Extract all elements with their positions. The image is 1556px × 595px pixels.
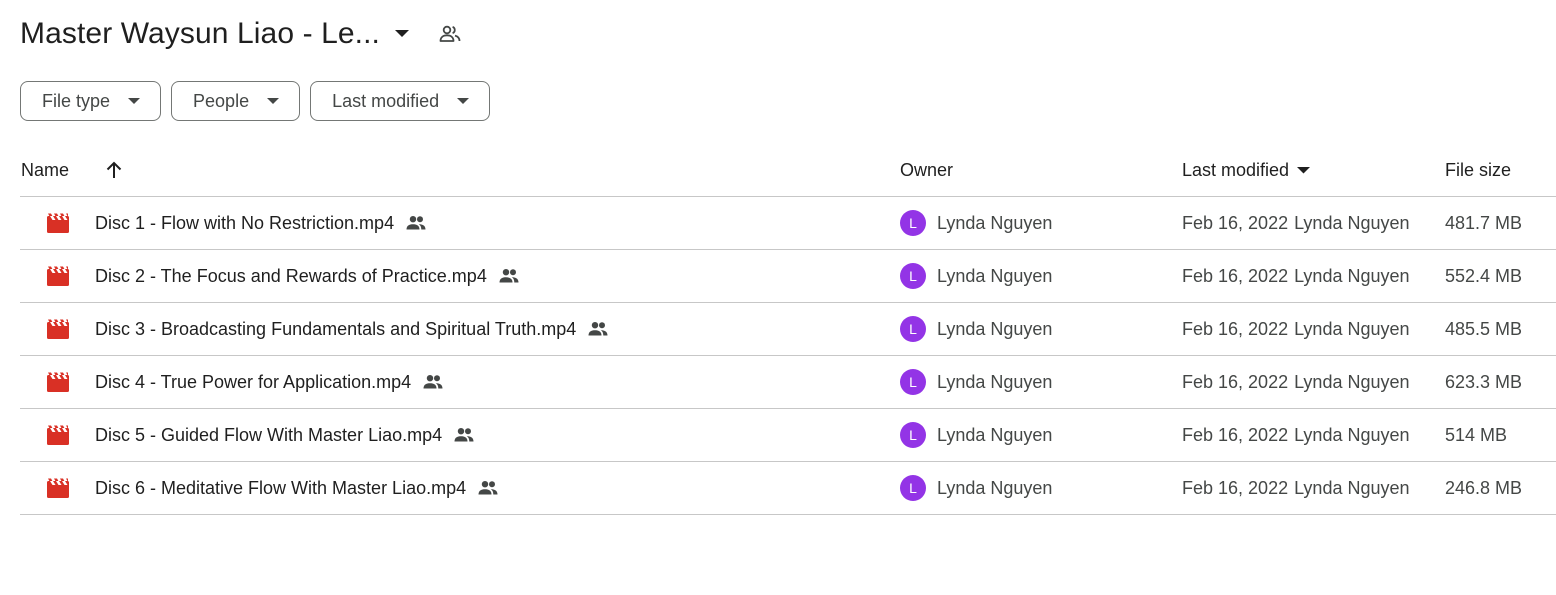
owner-cell: L Lynda Nguyen <box>900 210 1052 236</box>
filter-label: People <box>193 90 250 111</box>
table-row[interactable]: Disc 1 - Flow with No Restriction.mp4 L … <box>20 197 1556 250</box>
avatar[interactable]: L <box>900 475 926 501</box>
modified-by: Lynda Nguyen <box>1294 318 1410 339</box>
owner-name: Lynda Nguyen <box>937 318 1053 339</box>
owner-cell: L Lynda Nguyen <box>900 475 1052 501</box>
file-name-text: Disc 1 - Flow with No Restriction.mp4 <box>95 212 395 233</box>
table-row[interactable]: Disc 2 - The Focus and Rewards of Practi… <box>20 250 1556 303</box>
avatar[interactable]: L <box>900 369 926 395</box>
video-file-icon <box>46 264 70 288</box>
file-size: 246.8 MB <box>1445 477 1523 498</box>
last-modified-cell: Feb 16, 2022 Lynda Nguyen <box>1182 372 1410 393</box>
avatar[interactable]: L <box>900 422 926 448</box>
avatar[interactable]: L <box>900 316 926 342</box>
shared-people-icon[interactable] <box>438 22 462 46</box>
file-size: 623.3 MB <box>1445 371 1523 392</box>
file-size: 552.4 MB <box>1445 265 1523 286</box>
column-name: Name <box>21 160 124 181</box>
shared-icon <box>476 476 500 500</box>
file-name-text: Disc 2 - The Focus and Rewards of Practi… <box>95 265 487 286</box>
table-row[interactable]: Disc 4 - True Power for Application.mp4 … <box>20 356 1556 409</box>
column-last-modified-label: Last modified <box>1182 159 1290 180</box>
sort-arrow-up-icon[interactable] <box>104 160 124 180</box>
owner-name: Lynda Nguyen <box>937 477 1053 498</box>
shared-icon <box>421 370 445 394</box>
column-name-label: Name <box>21 159 70 180</box>
file-name[interactable]: Disc 6 - Meditative Flow With Master Lia… <box>95 476 500 500</box>
table-row[interactable]: Disc 5 - Guided Flow With Master Liao.mp… <box>20 409 1556 462</box>
modified-date: Feb 16, 2022 <box>1182 371 1289 392</box>
filter-file-type[interactable]: File type <box>20 81 162 121</box>
modified-date: Feb 16, 2022 <box>1182 318 1289 339</box>
arrow-drop-down-icon <box>267 95 280 107</box>
file-name[interactable]: Disc 4 - True Power for Application.mp4 <box>95 370 445 394</box>
filter-last-modified[interactable]: Last modified <box>310 81 491 121</box>
video-file-icon <box>46 476 70 500</box>
modified-date: Feb 16, 2022 <box>1182 424 1289 445</box>
modified-by: Lynda Nguyen <box>1294 424 1410 445</box>
file-list: Name Owner Last modified File size Disc … <box>20 144 1556 515</box>
file-size: 481.7 MB <box>1445 212 1523 233</box>
header: Master Waysun Liao - Le... <box>20 12 462 56</box>
last-modified-cell: Feb 16, 2022 Lynda Nguyen <box>1182 319 1410 340</box>
last-modified-cell: Feb 16, 2022 Lynda Nguyen <box>1182 266 1410 287</box>
table-header: Name Owner Last modified File size <box>20 144 1556 197</box>
filter-label: File type <box>42 90 111 111</box>
file-name[interactable]: Disc 5 - Guided Flow With Master Liao.mp… <box>95 423 476 447</box>
column-last-modified[interactable]: Last modified <box>1182 160 1310 181</box>
last-modified-cell: Feb 16, 2022 Lynda Nguyen <box>1182 213 1410 234</box>
video-file-icon <box>46 317 70 341</box>
table-row[interactable]: Disc 3 - Broadcasting Fundamentals and S… <box>20 303 1556 356</box>
video-file-icon <box>46 370 70 394</box>
last-modified-cell: Feb 16, 2022 Lynda Nguyen <box>1182 425 1410 446</box>
shared-icon <box>586 317 610 341</box>
folder-title: Master Waysun Liao - Le... <box>20 17 380 50</box>
file-name[interactable]: Disc 2 - The Focus and Rewards of Practi… <box>95 264 521 288</box>
file-name[interactable]: Disc 1 - Flow with No Restriction.mp4 <box>95 211 428 235</box>
modified-by: Lynda Nguyen <box>1294 477 1410 498</box>
avatar[interactable]: L <box>900 210 926 236</box>
file-name-text: Disc 6 - Meditative Flow With Master Lia… <box>95 477 467 498</box>
file-name-text: Disc 4 - True Power for Application.mp4 <box>95 371 412 392</box>
owner-name: Lynda Nguyen <box>937 265 1053 286</box>
arrow-drop-down-icon <box>457 95 470 107</box>
file-name-text: Disc 5 - Guided Flow With Master Liao.mp… <box>95 424 443 445</box>
owner-cell: L Lynda Nguyen <box>900 316 1052 342</box>
filter-chips: File type People Last modified <box>20 81 491 121</box>
owner-name: Lynda Nguyen <box>937 424 1053 445</box>
video-file-icon <box>46 211 70 235</box>
modified-by: Lynda Nguyen <box>1294 371 1410 392</box>
shared-icon <box>404 211 428 235</box>
arrow-drop-down-icon <box>394 26 410 42</box>
arrow-drop-down-icon <box>128 95 141 107</box>
modified-by: Lynda Nguyen <box>1294 265 1410 286</box>
arrow-drop-down-icon <box>1296 163 1310 177</box>
column-owner[interactable]: Owner <box>900 160 953 181</box>
last-modified-cell: Feb 16, 2022 Lynda Nguyen <box>1182 478 1410 499</box>
column-file-size[interactable]: File size <box>1445 160 1511 181</box>
modified-date: Feb 16, 2022 <box>1182 477 1289 498</box>
filter-people[interactable]: People <box>171 81 301 121</box>
shared-icon <box>497 264 521 288</box>
file-size: 485.5 MB <box>1445 318 1523 339</box>
table-row[interactable]: Disc 6 - Meditative Flow With Master Lia… <box>20 462 1556 515</box>
file-size: 514 MB <box>1445 424 1508 445</box>
owner-name: Lynda Nguyen <box>937 371 1053 392</box>
modified-by: Lynda Nguyen <box>1294 212 1410 233</box>
shared-icon <box>452 423 476 447</box>
video-file-icon <box>46 423 70 447</box>
folder-title-menu[interactable]: Master Waysun Liao - Le... <box>20 17 410 51</box>
owner-name: Lynda Nguyen <box>937 212 1053 233</box>
file-name[interactable]: Disc 3 - Broadcasting Fundamentals and S… <box>95 317 610 341</box>
file-name-text: Disc 3 - Broadcasting Fundamentals and S… <box>95 318 577 339</box>
owner-cell: L Lynda Nguyen <box>900 263 1052 289</box>
modified-date: Feb 16, 2022 <box>1182 265 1289 286</box>
avatar[interactable]: L <box>900 263 926 289</box>
modified-date: Feb 16, 2022 <box>1182 212 1289 233</box>
filter-label: Last modified <box>332 90 440 111</box>
owner-cell: L Lynda Nguyen <box>900 369 1052 395</box>
owner-cell: L Lynda Nguyen <box>900 422 1052 448</box>
